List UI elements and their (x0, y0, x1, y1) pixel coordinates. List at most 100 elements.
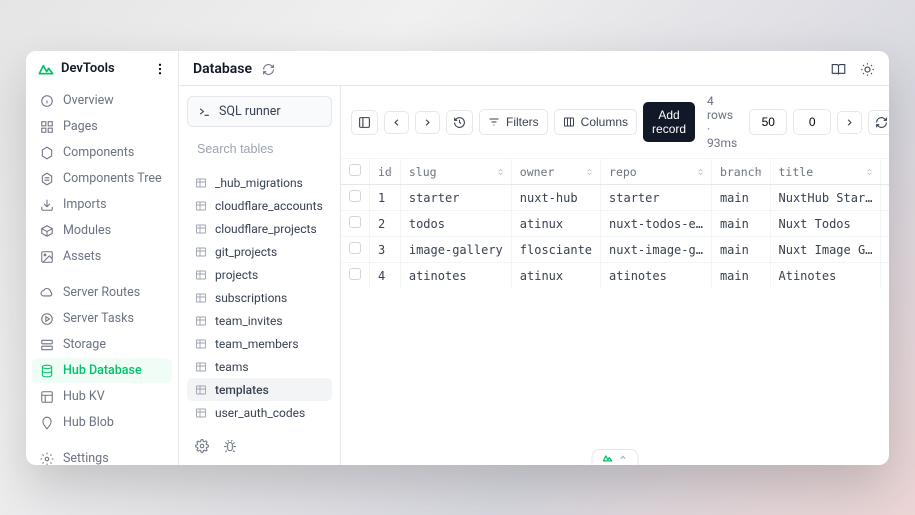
table-item-cloudflare_accounts[interactable]: cloudflare_accounts (187, 194, 332, 217)
nav-item-modules[interactable]: Modules (32, 218, 172, 243)
cell-slug: image-gallery (400, 237, 511, 263)
column-header-branch[interactable]: branch (711, 159, 770, 185)
table-icon (195, 223, 207, 235)
nav-item-label: Hub KV (63, 389, 105, 404)
hex-icon (40, 146, 54, 160)
nav-item-label: Server Routes (63, 285, 140, 300)
nav-item-hub-database[interactable]: Hub Database (32, 358, 172, 383)
table-item-git_projects[interactable]: git_projects (187, 240, 332, 263)
nav: OverviewPages Components Components TreeIm… (26, 84, 178, 465)
theme-icon[interactable] (860, 62, 875, 77)
table-icon (195, 246, 207, 258)
row-checkbox[interactable] (341, 263, 370, 289)
cell-branch: main (711, 237, 770, 263)
table-row[interactable]: 4atinotesatinuxatinotesmainAtinotesAn ed… (341, 263, 889, 289)
settings-icon[interactable] (195, 439, 209, 453)
table-icon (195, 384, 207, 396)
row-checkbox[interactable] (341, 185, 370, 211)
nav-item-components-tree[interactable]: Components Tree (32, 166, 172, 191)
cell-id: 3 (370, 237, 401, 263)
gear-icon (40, 452, 54, 466)
table-item-teams[interactable]: teams (187, 355, 332, 378)
nav-item-settings[interactable]: Settings (32, 446, 172, 465)
cell-description: An editable… (881, 263, 889, 289)
page-offset-input[interactable] (793, 109, 831, 135)
sort-icon (385, 167, 394, 176)
add-record-button[interactable]: Add record (643, 102, 695, 142)
table-item-_hub_migrations[interactable]: _hub_migrations (187, 171, 332, 194)
table-item-team_members[interactable]: team_members (187, 332, 332, 355)
table-icon (195, 269, 207, 281)
table-item-templates[interactable]: templates (187, 378, 332, 401)
bottom-hint[interactable] (592, 449, 639, 465)
table-item-projects[interactable]: projects (187, 263, 332, 286)
history-button[interactable] (446, 110, 473, 135)
column-header-owner[interactable]: owner (511, 159, 600, 185)
nav-item-label: Components (63, 145, 134, 160)
nav-item-label: Settings (63, 451, 109, 465)
layout-button[interactable] (351, 110, 378, 135)
nav-item-hub-blob[interactable]: Hub Blob (32, 410, 172, 435)
brand-menu-icon[interactable] (154, 63, 166, 75)
column-header-slug[interactable]: slug (400, 159, 511, 185)
nav-item-server-tasks[interactable]: Server Tasks (32, 306, 172, 331)
column-header-id[interactable]: id (370, 159, 401, 185)
nav-item-storage[interactable]: Storage (32, 332, 172, 357)
play-icon (40, 312, 54, 326)
toolbar: Filters Columns Add record 4 rows · 93ms (341, 86, 889, 159)
nav-item-pages[interactable]: Pages (32, 114, 172, 139)
page-size-input[interactable] (749, 109, 787, 135)
table-icon (195, 292, 207, 304)
cell-slug: atinotes (400, 263, 511, 289)
nav-item-imports[interactable]: Imports (32, 192, 172, 217)
cell-branch: main (711, 211, 770, 237)
table-row[interactable]: 1starternuxt-hubstartermainNuxtHub Star…… (341, 185, 889, 211)
row-checkbox[interactable] (341, 237, 370, 263)
refresh-icon[interactable] (262, 63, 275, 76)
cloud-icon (40, 286, 54, 300)
filter-icon (488, 116, 500, 128)
table-item-user_providers[interactable]: user_providers (187, 424, 332, 425)
kv-icon (40, 390, 54, 404)
nav-item-components[interactable]: Components (32, 140, 172, 165)
cell-title: Nuxt Image G… (770, 237, 881, 263)
table-item-subscriptions[interactable]: subscriptions (187, 286, 332, 309)
cell-owner: flosciante (511, 237, 600, 263)
page-next-button[interactable] (837, 111, 862, 134)
table-item-label: team_members (215, 337, 299, 351)
next-button[interactable] (415, 111, 440, 134)
table-icon (195, 200, 207, 212)
columns-button[interactable]: Columns (554, 109, 637, 135)
nav-item-server-routes[interactable]: Server Routes (32, 280, 172, 305)
column-header-repo[interactable]: repo (601, 159, 712, 185)
table-item-label: templates (215, 383, 269, 397)
stats-text: 4 rows · 93ms (707, 94, 737, 150)
brand: DevTools (26, 51, 178, 84)
select-all-header[interactable] (341, 159, 370, 185)
bug-icon[interactable] (223, 439, 237, 453)
row-checkbox[interactable] (341, 211, 370, 237)
nav-item-assets[interactable]: Assets (32, 244, 172, 269)
table-item-user_auth_codes[interactable]: user_auth_codes (187, 401, 332, 424)
cell-title: Nuxt Todos (770, 211, 881, 237)
nav-item-overview[interactable]: Overview (32, 88, 172, 113)
prev-button[interactable] (384, 111, 409, 134)
column-header-title[interactable]: title (770, 159, 881, 185)
reload-button[interactable] (868, 110, 889, 135)
docs-icon[interactable] (831, 62, 846, 77)
column-header-description[interactable]: description (881, 159, 889, 185)
filters-button[interactable]: Filters (479, 109, 548, 135)
download-icon (40, 198, 54, 212)
sidebar: DevTools OverviewPages Components Componen… (26, 51, 179, 465)
search-tables-input[interactable] (187, 135, 332, 163)
table-item-cloudflare_projects[interactable]: cloudflare_projects (187, 217, 332, 240)
table-row[interactable]: 3image-galleryflosciantenuxt-image-g…mai… (341, 237, 889, 263)
table-item-team_invites[interactable]: team_invites (187, 309, 332, 332)
nav-item-hub-kv[interactable]: Hub KV (32, 384, 172, 409)
sql-runner-button[interactable]: SQL runner (187, 96, 332, 127)
cell-owner: atinux (511, 211, 600, 237)
table-row[interactable]: 2todosatinuxnuxt-todos-e…mainNuxt TodosA… (341, 211, 889, 237)
storage-icon (40, 338, 54, 352)
image-icon (40, 250, 54, 264)
sort-icon (585, 167, 594, 176)
